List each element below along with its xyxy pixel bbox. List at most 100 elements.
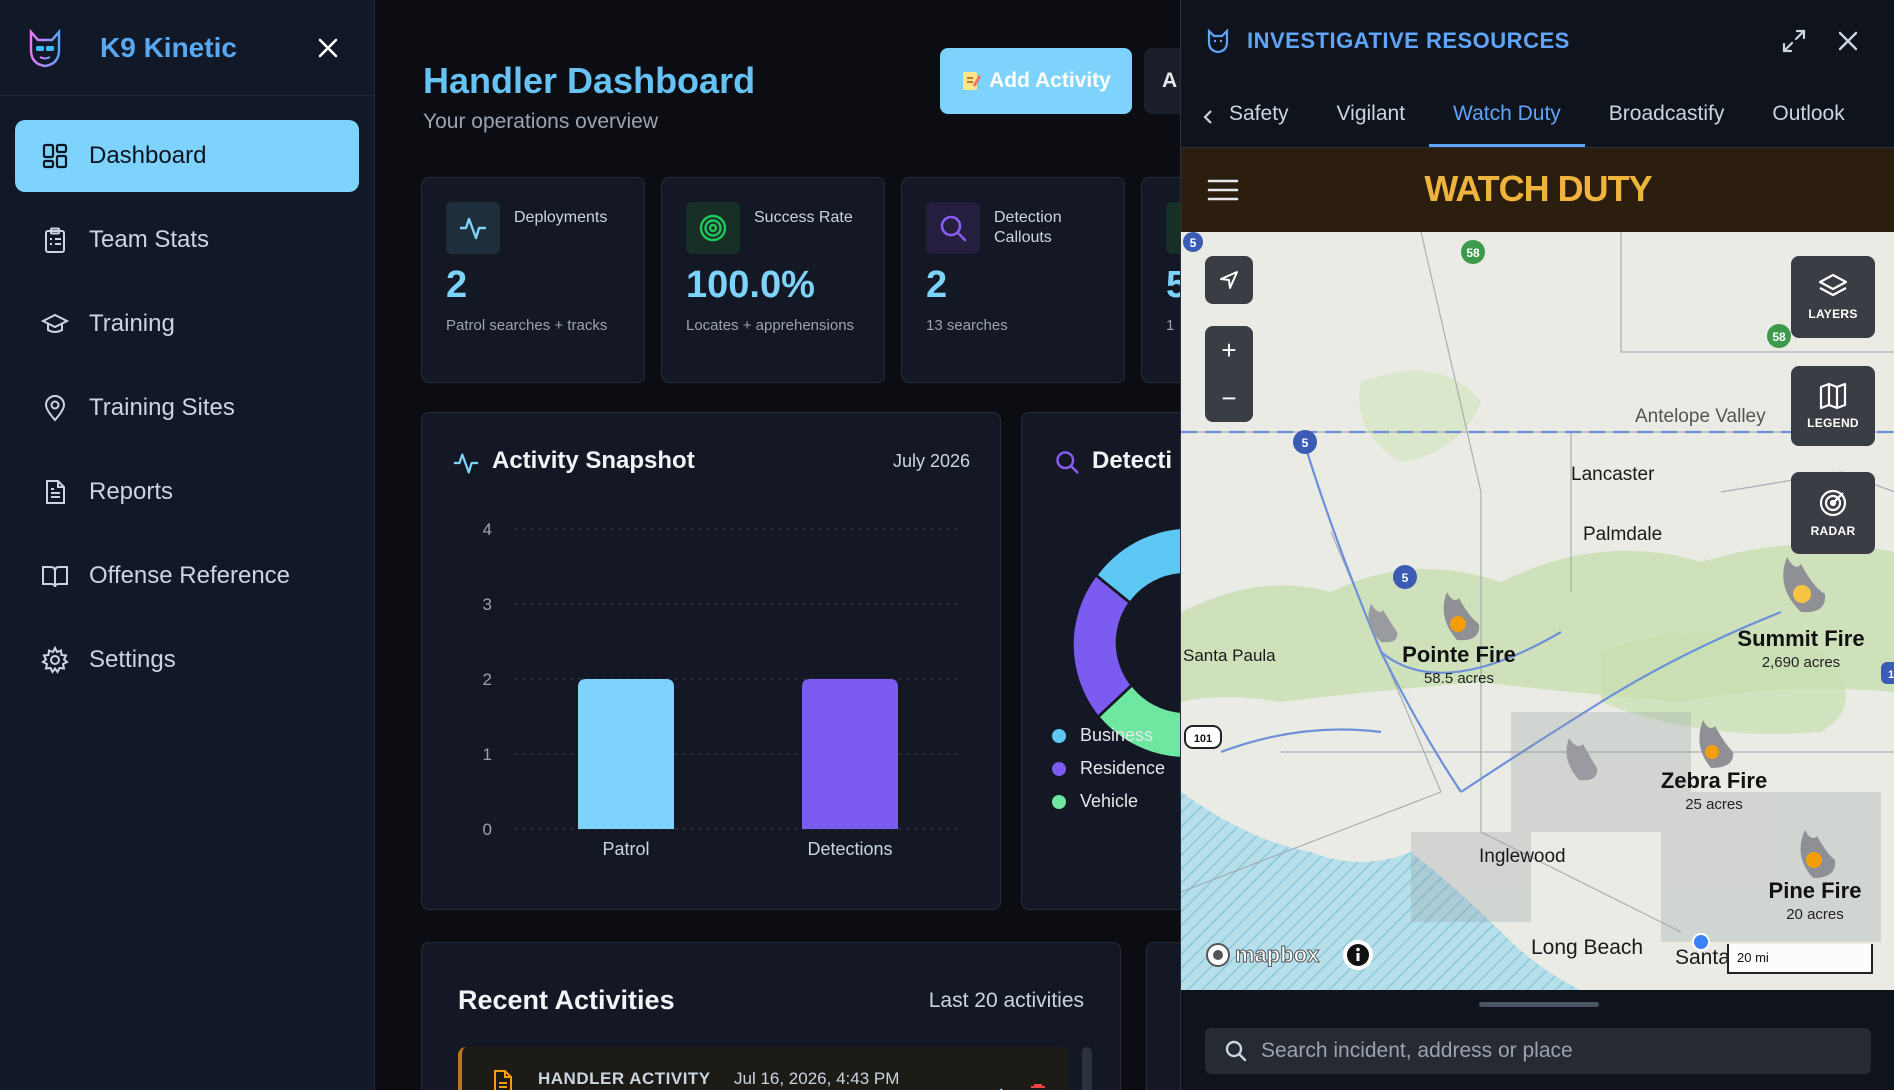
legend-dot xyxy=(1052,794,1066,809)
file-icon xyxy=(494,1070,512,1090)
sidebar-item-label: Offense Reference xyxy=(89,562,291,589)
navigation-arrow-icon xyxy=(1220,271,1238,289)
stat-subtext: Patrol searches + tracks xyxy=(446,317,608,334)
secondary-header-button[interactable]: A xyxy=(1144,48,1180,114)
activity-bar-chart: 0 1 2 3 4 Patrol Detections xyxy=(483,520,962,859)
layers-button[interactable]: LAYERS xyxy=(1791,256,1875,338)
y-tick-label: 1 xyxy=(483,745,492,764)
radar-button[interactable]: RADAR xyxy=(1791,472,1875,554)
close-panel-button[interactable] xyxy=(1828,21,1868,61)
tab-broadcastify[interactable]: Broadcastify xyxy=(1585,102,1749,147)
bar-patrol xyxy=(578,679,674,829)
search-icon xyxy=(926,202,980,254)
activity-date: Jul 16, 2026, 4:43 PM xyxy=(734,1069,900,1088)
graduation-cap-icon xyxy=(41,310,69,338)
drawer-handle[interactable] xyxy=(1479,1002,1599,1007)
zoom-in-button[interactable]: + xyxy=(1205,326,1253,374)
page-subtitle: Your operations overview xyxy=(423,110,659,133)
legend-item: Residence xyxy=(1052,758,1165,779)
sidebar-item-reports[interactable]: Reports xyxy=(15,456,359,528)
sidebar-item-settings[interactable]: Settings xyxy=(15,624,359,696)
map-background: 5 58 58 5 5 101 1 xyxy=(1181,232,1894,990)
info-icon xyxy=(1347,944,1369,966)
gear-icon xyxy=(41,646,69,674)
sidebar-item-offense-reference[interactable]: Offense Reference xyxy=(15,540,359,612)
svg-text:58: 58 xyxy=(1466,246,1480,260)
recent-subtitle: Last 20 activities xyxy=(928,989,1084,1012)
sidebar-nav: Dashboard Team Stats Training Training S… xyxy=(0,96,374,732)
legend-dot xyxy=(1052,728,1066,743)
x-tick-label: Patrol xyxy=(602,839,649,859)
clipboard-icon xyxy=(41,226,69,254)
note-icon xyxy=(963,72,982,90)
secondary-button-label: A xyxy=(1162,69,1178,92)
stat-subtext: 13 searches xyxy=(926,317,1008,334)
sidebar-item-training-sites[interactable]: Training Sites xyxy=(15,372,359,444)
sidebar-item-label: Team Stats xyxy=(89,226,210,253)
add-activity-button[interactable]: Add Activity xyxy=(940,48,1132,114)
x-tick-label: Detections xyxy=(807,839,892,859)
legend-label: LEGEND xyxy=(1807,416,1859,430)
sidebar-item-dashboard[interactable]: Dashboard xyxy=(15,120,359,192)
tab-watch-duty[interactable]: Watch Duty xyxy=(1429,102,1585,147)
activity-type: HANDLER ACTIVITY xyxy=(538,1069,711,1088)
sidebar-item-label: Training xyxy=(89,310,175,337)
fire-name: Zebra Fire xyxy=(1660,768,1768,793)
tabs-scroll-left-button[interactable] xyxy=(1193,87,1223,147)
chevron-left-icon xyxy=(1203,110,1212,124)
highway-5-shield: 5 xyxy=(1293,430,1317,454)
zoom-controls: + − xyxy=(1205,326,1253,422)
highway-5-shield: 5 xyxy=(1183,232,1203,252)
map-icon xyxy=(1819,382,1847,410)
scrollbar[interactable] xyxy=(1082,1047,1092,1090)
y-tick-label: 3 xyxy=(483,595,492,614)
main-content: Handler Dashboard Your operations overvi… xyxy=(376,0,1180,1090)
mapbox-label: mapbox xyxy=(1234,942,1320,968)
panel-title: INVESTIGATIVE RESOURCES xyxy=(1247,28,1570,53)
fire-name: Summit Fire xyxy=(1737,626,1865,651)
shield-logo-icon xyxy=(1207,28,1229,54)
edit-icon[interactable] xyxy=(988,1083,1008,1090)
stat-card-detection-callouts: Detection Callouts 2 13 searches xyxy=(901,177,1125,383)
tab-vigilant[interactable]: Vigilant xyxy=(1313,102,1430,147)
svg-text:1: 1 xyxy=(1888,669,1894,681)
stat-label: Success Rate xyxy=(754,209,853,226)
search-icon xyxy=(1225,1040,1247,1062)
zoom-out-button[interactable]: − xyxy=(1205,374,1253,422)
sidebar-item-label: Dashboard xyxy=(89,142,207,169)
sidebar-item-training[interactable]: Training xyxy=(15,288,359,360)
place-label: Santa xyxy=(1675,946,1730,969)
trash-icon[interactable] xyxy=(1028,1083,1048,1090)
sidebar-item-team-stats[interactable]: Team Stats xyxy=(15,204,359,276)
map-search-input[interactable] xyxy=(1261,1039,1861,1063)
map-info-button[interactable] xyxy=(1343,940,1373,970)
legend-label: Residence xyxy=(1080,758,1166,778)
stat-label: Detection Callouts xyxy=(994,209,1062,246)
investigative-resources-panel: INVESTIGATIVE RESOURCES Safety Vigilant … xyxy=(1180,0,1894,1090)
k9-logo-icon xyxy=(29,28,61,67)
panel-header: INVESTIGATIVE RESOURCES xyxy=(1181,0,1894,82)
close-sidebar-button[interactable] xyxy=(310,30,346,66)
locate-me-button[interactable] xyxy=(1205,256,1253,304)
fire-acres: 58.5 acres xyxy=(1423,670,1495,687)
legend-label: Vehicle xyxy=(1080,791,1139,811)
add-activity-label: Add Activity xyxy=(989,69,1111,92)
legend-item: Business xyxy=(1052,725,1153,746)
place-label: Palmdale xyxy=(1583,524,1663,545)
tab-outlook[interactable]: Outlook xyxy=(1748,102,1868,147)
stat-value: 2 xyxy=(926,264,948,306)
legend-button[interactable]: LEGEND xyxy=(1791,366,1875,446)
resource-tabs: Safety Vigilant Watch Duty Broadcastify … xyxy=(1181,82,1894,148)
fire-map[interactable]: 5 58 58 5 5 101 1 Antelope Valley Lancas… xyxy=(1181,232,1894,990)
activity-icon xyxy=(453,453,479,474)
activity-snapshot-card: Activity Snapshot July 2026 0 1 2 3 4 Patrol D… xyxy=(421,412,1001,910)
activity-row[interactable]: HANDLER ACTIVITY Jul 16, 2026, 4:43 PM xyxy=(458,1047,1068,1090)
fire-acres: 20 acres xyxy=(1786,906,1844,923)
mapbox-attribution[interactable]: mapbox xyxy=(1205,942,1320,968)
y-tick-label: 4 xyxy=(483,520,492,539)
tab-safety[interactable]: Safety xyxy=(1223,102,1313,147)
legend-dot xyxy=(1052,761,1066,776)
activity-icon xyxy=(446,202,500,254)
expand-button[interactable] xyxy=(1774,21,1814,61)
donut-slice-residence xyxy=(1073,577,1130,715)
